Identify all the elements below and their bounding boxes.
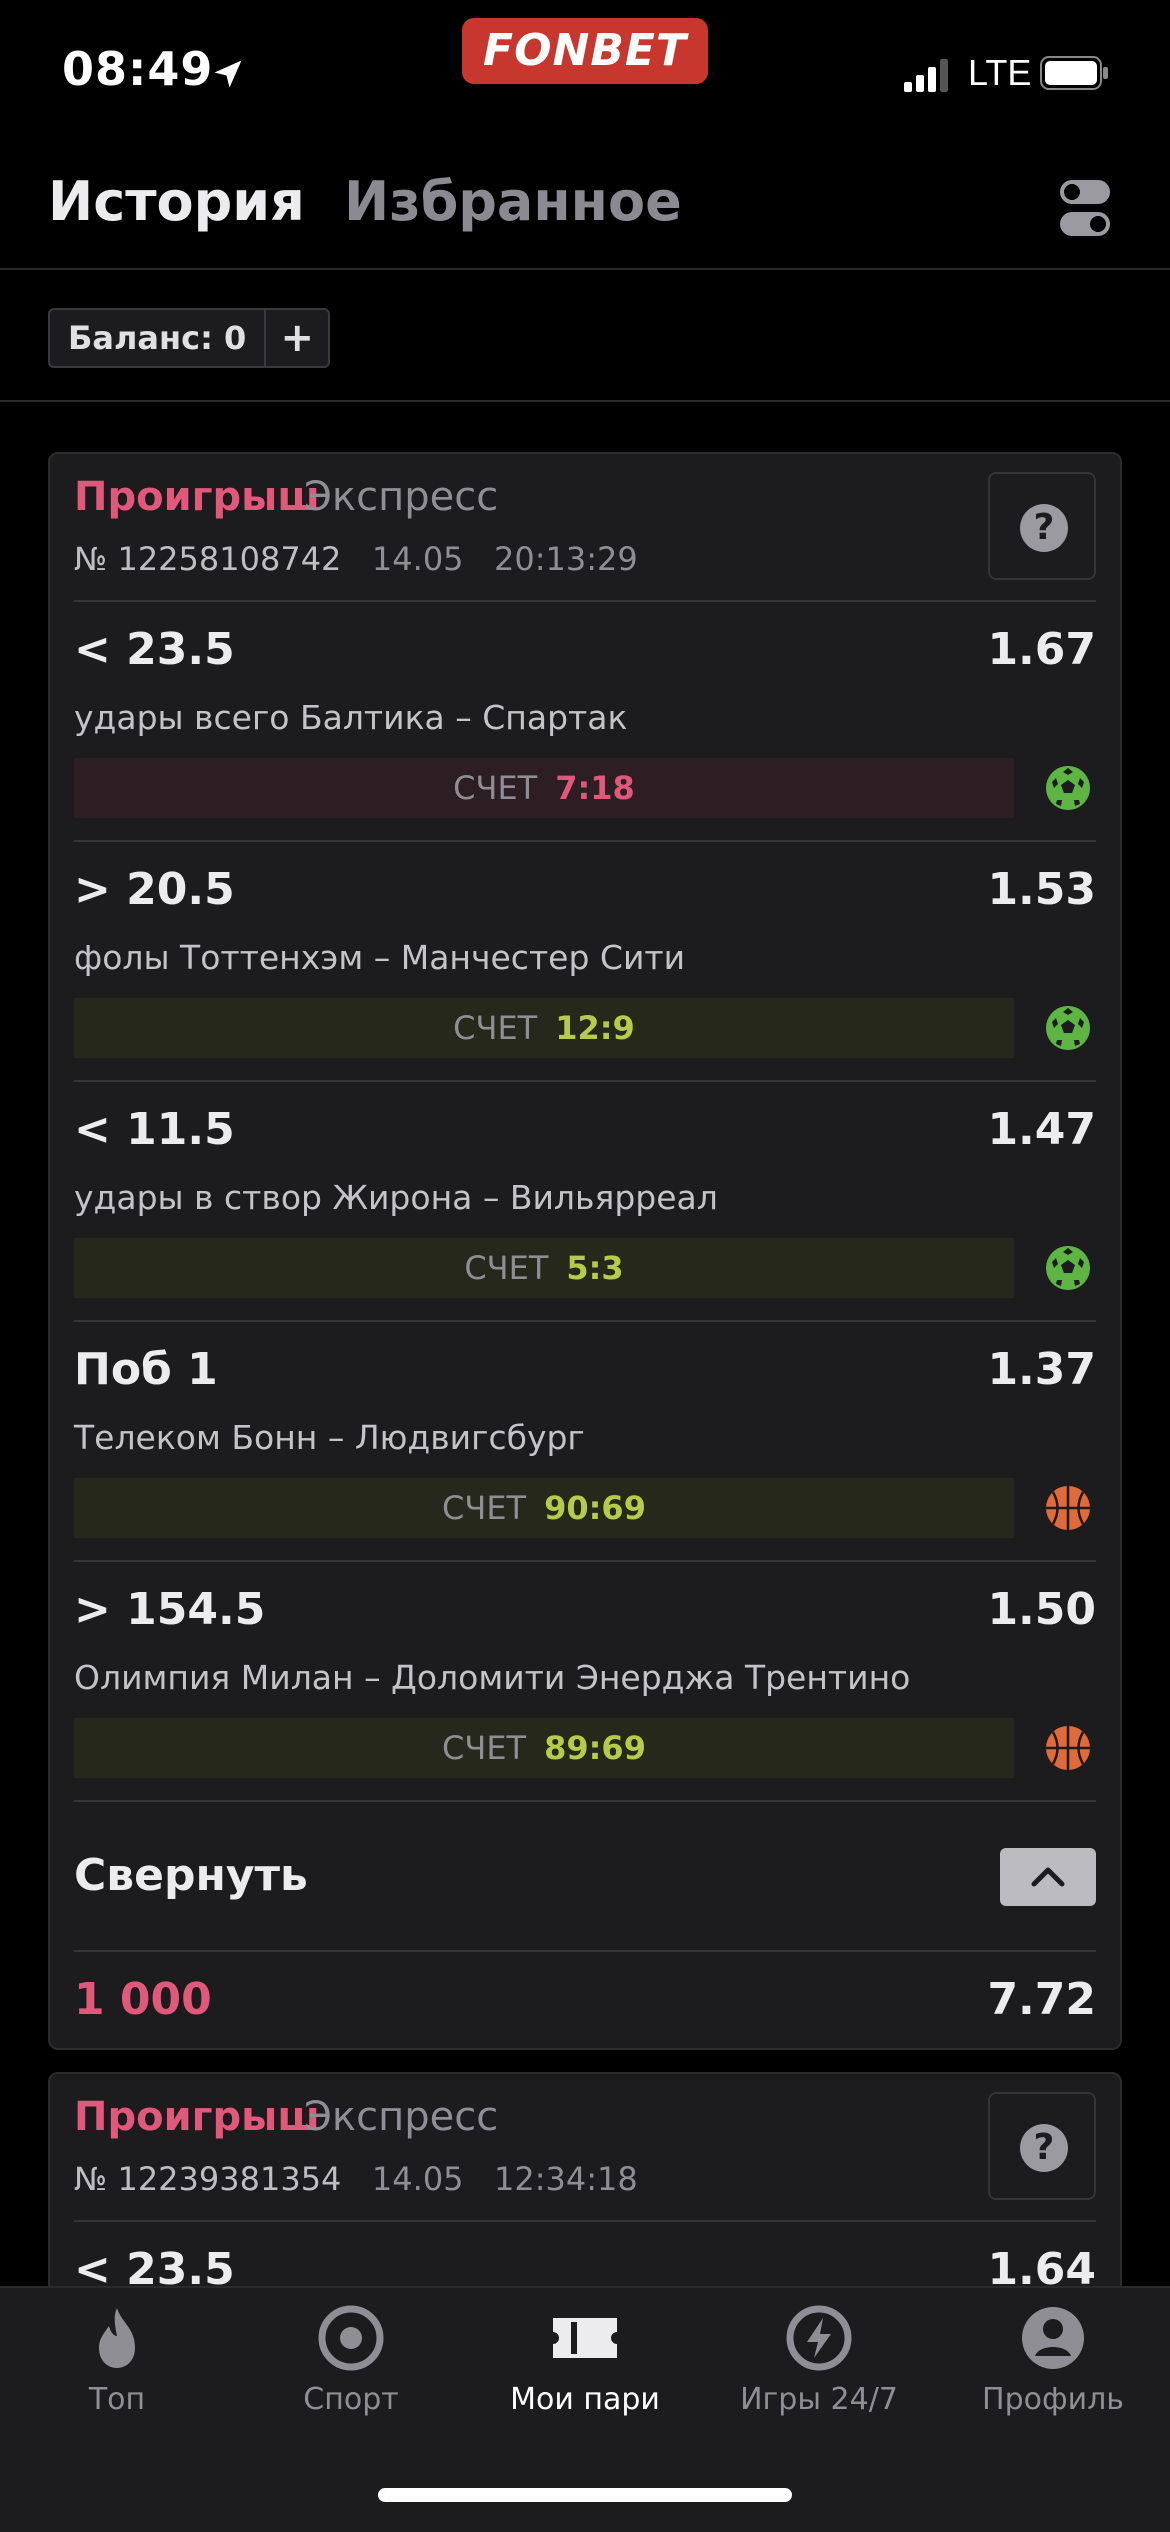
- score-label: СЧЕТ: [453, 769, 538, 807]
- nav-label: Профиль: [982, 2382, 1124, 2417]
- leg-odds: 1.37: [987, 1344, 1096, 1395]
- home-indicator[interactable]: [378, 2488, 792, 2502]
- ticket-icon: [553, 2318, 617, 2358]
- flame-icon: [99, 2308, 135, 2368]
- bet-time: 20:13:29: [494, 540, 638, 578]
- score-bar: СЧЕТ 12:9: [74, 998, 1014, 1058]
- leg-pick: < 11.5: [74, 1104, 235, 1155]
- balance-label: Баланс: 0: [50, 310, 267, 366]
- bet-stake: 1 000: [74, 1974, 212, 2025]
- bet-total-odds: 7.72: [987, 1974, 1096, 2025]
- score-label: СЧЕТ: [464, 1249, 549, 1287]
- collapse-row[interactable]: Свернуть: [74, 1802, 1096, 1952]
- bet-meta: № 12258108742 14.05 20:13:29: [74, 540, 638, 578]
- leg-event: Олимпия Милан – Доломити Энерджа Трентин…: [74, 1658, 911, 1697]
- score-label: СЧЕТ: [453, 1009, 538, 1047]
- score-label: СЧЕТ: [442, 1729, 527, 1767]
- leg-pick: > 20.5: [74, 864, 235, 915]
- bet-number: № 12239381354: [74, 2160, 342, 2198]
- nav-top[interactable]: Топ: [0, 2304, 234, 2417]
- nav-profile[interactable]: Профиль: [936, 2304, 1170, 2417]
- collapse-label: Свернуть: [74, 1850, 308, 1901]
- bet-type: Экспресс: [304, 2094, 499, 2140]
- question-icon: ?: [1020, 504, 1068, 552]
- nav-my-bets[interactable]: Мои пари: [468, 2304, 702, 2417]
- bet-card-header: Проигрыш Экспресс № 12258108742 14.05 20…: [74, 454, 1096, 602]
- bet-status: Проигрыш: [74, 2094, 320, 2140]
- view-toggle-icon[interactable]: [1058, 178, 1112, 238]
- status-bar: 08:49 FONBET LTE: [0, 0, 1170, 140]
- brand-logo: FONBET: [462, 18, 708, 84]
- collapse-button[interactable]: [1000, 1848, 1096, 1906]
- leg-pick: Поб 1: [74, 1344, 218, 1395]
- bet-leg: < 23.5 1.67 удары всего Балтика – Спарта…: [74, 602, 1096, 842]
- score-bar: СЧЕТ 7:18: [74, 758, 1014, 818]
- tab-favorites[interactable]: Избранное: [344, 170, 682, 233]
- leg-odds: 1.67: [987, 624, 1096, 675]
- add-balance-button[interactable]: +: [266, 310, 328, 366]
- score-bar: СЧЕТ 90:69: [74, 1478, 1014, 1538]
- bet-number: № 12258108742: [74, 540, 342, 578]
- nav-sport[interactable]: Спорт: [234, 2304, 468, 2417]
- history-tabs: История Избранное: [0, 150, 1170, 270]
- lightning-icon: [786, 2305, 852, 2371]
- question-icon: ?: [1020, 2124, 1068, 2172]
- bet-leg: > 20.5 1.53 фолы Тоттенхэм – Манчестер С…: [74, 842, 1096, 1082]
- nav-label: Спорт: [303, 2382, 399, 2417]
- location-arrow-icon: [214, 60, 242, 88]
- chevron-up-icon: [1031, 1867, 1065, 1887]
- bet-time: 12:34:18: [494, 2160, 638, 2198]
- leg-event: удары в створ Жирона – Вильярреал: [74, 1178, 718, 1217]
- bet-card-header: Проигрыш Экспресс № 12239381354 14.05 12…: [74, 2074, 1096, 2222]
- nav-label: Игры 24/7: [740, 2382, 898, 2417]
- leg-event: удары всего Балтика – Спартак: [74, 698, 628, 737]
- score-bar: СЧЕТ 89:69: [74, 1718, 1014, 1778]
- bet-leg: < 11.5 1.47 удары в створ Жирона – Вилья…: [74, 1082, 1096, 1322]
- leg-event: Телеком Бонн – Людвигсбург: [74, 1418, 585, 1457]
- football-icon: [1046, 1246, 1090, 1290]
- basketball-icon: [1046, 1726, 1090, 1770]
- score-value: 89:69: [544, 1729, 646, 1767]
- leg-odds: 1.50: [987, 1584, 1096, 1635]
- battery-icon: [1040, 56, 1108, 90]
- leg-pick: < 23.5: [74, 624, 235, 675]
- score-value: 90:69: [544, 1489, 646, 1527]
- bet-date: 14.05: [371, 540, 464, 578]
- status-time: 08:49: [62, 42, 214, 96]
- football-icon: [1046, 1006, 1090, 1050]
- tab-history[interactable]: История: [48, 170, 305, 233]
- bet-status: Проигрыш: [74, 474, 320, 520]
- score-value: 12:9: [555, 1009, 635, 1047]
- nav-label: Топ: [88, 2382, 146, 2417]
- bet-type: Экспресс: [304, 474, 499, 520]
- target-icon: [318, 2305, 384, 2371]
- help-button[interactable]: ?: [988, 472, 1096, 580]
- profile-icon: [1022, 2307, 1084, 2369]
- leg-pick: > 154.5: [74, 1584, 266, 1635]
- basketball-icon: [1046, 1486, 1090, 1530]
- bet-meta: № 12239381354 14.05 12:34:18: [74, 2160, 638, 2198]
- bet-card[interactable]: Проигрыш Экспресс № 12258108742 14.05 20…: [48, 452, 1122, 2050]
- network-type: LTE: [968, 52, 1032, 93]
- nav-games[interactable]: Игры 24/7: [702, 2304, 936, 2417]
- football-icon: [1046, 766, 1090, 810]
- help-button[interactable]: ?: [988, 2092, 1096, 2200]
- leg-event: фолы Тоттенхэм – Манчестер Сити: [74, 938, 686, 977]
- leg-odds: 1.47: [987, 1104, 1096, 1155]
- nav-label: Мои пари: [510, 2382, 660, 2417]
- score-label: СЧЕТ: [442, 1489, 527, 1527]
- score-value: 7:18: [555, 769, 635, 807]
- bet-date: 14.05: [371, 2160, 464, 2198]
- bet-total-row: 1 000 7.72: [74, 1952, 1096, 2048]
- score-value: 5:3: [566, 1249, 624, 1287]
- balance-row: Баланс: 0 +: [0, 272, 1170, 402]
- score-bar: СЧЕТ 5:3: [74, 1238, 1014, 1298]
- cellular-signal-icon: [904, 59, 948, 92]
- leg-odds: 1.53: [987, 864, 1096, 915]
- bet-leg: Поб 1 1.37 Телеком Бонн – Людвигсбург СЧ…: [74, 1322, 1096, 1562]
- bet-leg: > 154.5 1.50 Олимпия Милан – Доломити Эн…: [74, 1562, 1096, 1802]
- balance-widget: Баланс: 0 +: [48, 308, 331, 368]
